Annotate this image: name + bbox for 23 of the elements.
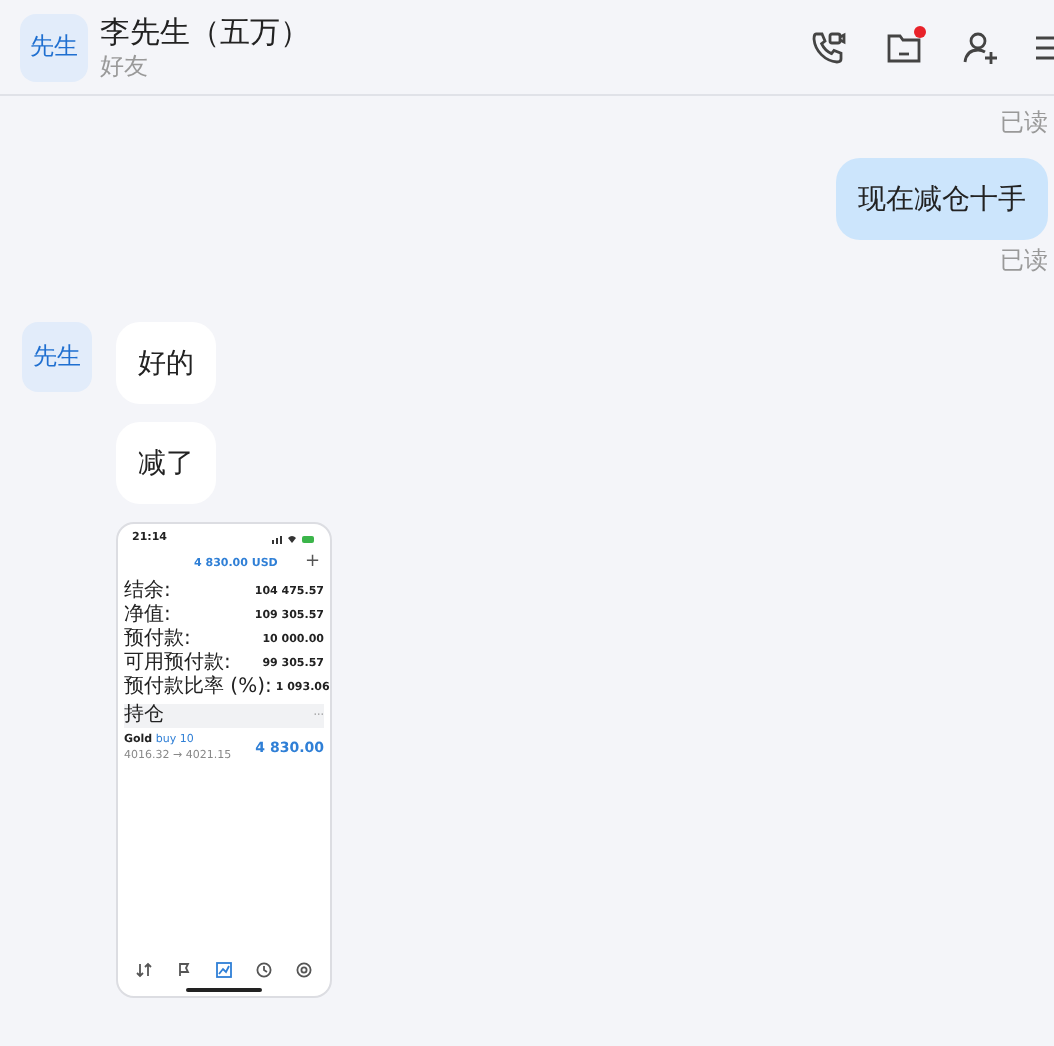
home-indicator bbox=[186, 988, 262, 992]
contact-status: 好友 bbox=[100, 51, 150, 81]
message-bubble: 现在减仓十手 bbox=[836, 158, 1048, 240]
read-receipt: 已读 bbox=[1000, 244, 1048, 278]
clock-icon[interactable] bbox=[256, 962, 272, 978]
message-bubble: 减了 bbox=[116, 422, 216, 504]
account-label: 结余: bbox=[124, 580, 171, 604]
sender-avatar[interactable]: 先生 bbox=[22, 322, 92, 392]
settings-icon[interactable] bbox=[296, 962, 312, 978]
account-label: 预付款比率 (%): bbox=[124, 676, 272, 700]
add-button[interactable]: + bbox=[304, 554, 320, 572]
message-bubble: 好的 bbox=[116, 322, 216, 404]
account-label: 预付款: bbox=[124, 628, 191, 652]
chart-icon[interactable] bbox=[216, 962, 232, 978]
status-icons bbox=[272, 533, 316, 543]
section-title: 持仓 bbox=[124, 704, 164, 728]
read-receipt: 已读 bbox=[1000, 106, 1048, 140]
account-label: 可用预付款: bbox=[124, 652, 231, 675]
contact-name: 李先生（五万） bbox=[100, 13, 312, 51]
contact-avatar[interactable]: 先生 bbox=[20, 13, 88, 81]
flag-icon[interactable] bbox=[176, 962, 192, 978]
account-label: 净值: bbox=[124, 604, 171, 628]
arrows-icon[interactable] bbox=[136, 962, 152, 978]
